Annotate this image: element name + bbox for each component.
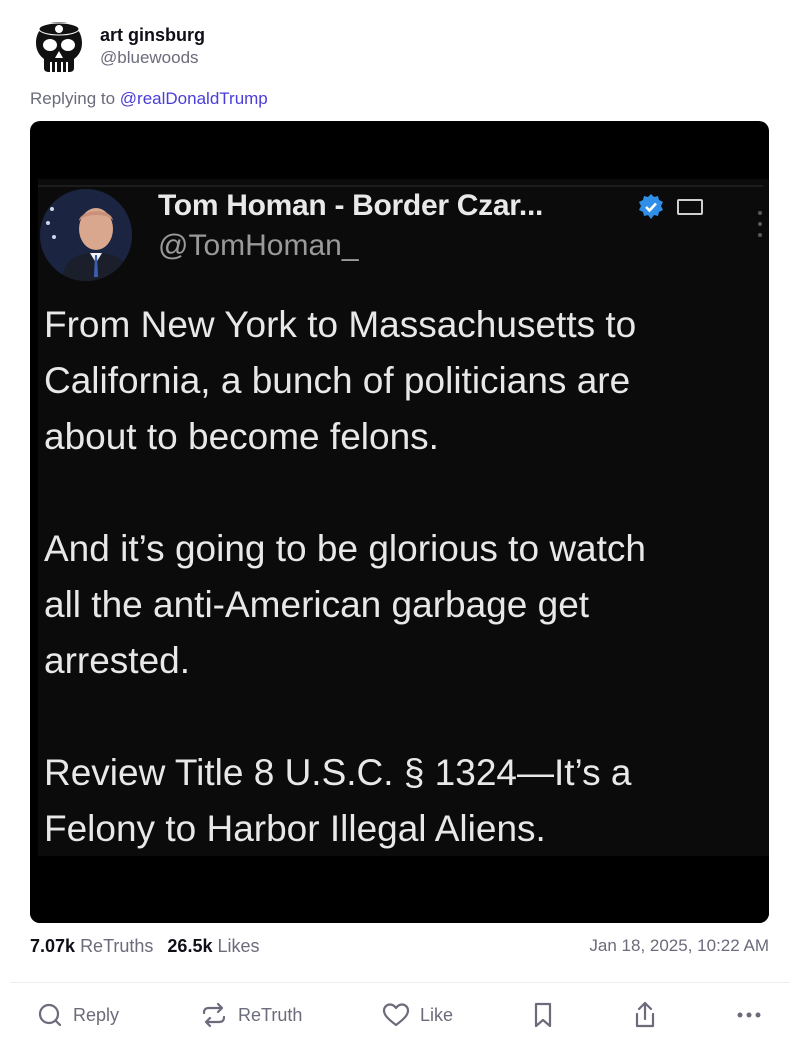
tweet-paragraph: Review Title 8 U.S.C. § 1324—It’s a Felo… xyxy=(44,752,632,849)
like-label: Like xyxy=(420,1004,454,1025)
reply-button[interactable]: Reply xyxy=(37,997,119,1033)
likes-count: 26.5k xyxy=(167,936,213,956)
more-horizontal-icon xyxy=(737,1012,761,1018)
replying-to: Replying to @realDonaldTrump xyxy=(30,88,268,110)
tweet-author-handle: @TomHoman_ xyxy=(158,229,359,262)
author-display-name[interactable]: art ginsburg xyxy=(100,24,205,46)
author-handle[interactable]: @bluewoods xyxy=(100,47,205,69)
heart-icon xyxy=(382,1003,410,1027)
tweet-paragraph: And it’s going to be glorious to watch a… xyxy=(44,528,646,681)
person-portrait-icon xyxy=(40,189,132,281)
share-button[interactable] xyxy=(633,997,657,1033)
more-options-icon xyxy=(758,211,762,237)
divider xyxy=(38,185,763,187)
tweet-author-name: Tom Homan - Border Czar... xyxy=(158,189,544,222)
replying-to-link[interactable]: @realDonaldTrump xyxy=(120,89,268,108)
flag-icon xyxy=(677,199,703,215)
tweet-paragraph: From New York to Massachusetts to Califo… xyxy=(44,304,637,457)
retruth-label: ReTruth xyxy=(238,1004,303,1025)
skull-emblem-icon xyxy=(36,22,82,72)
reply-label: Reply xyxy=(73,1004,120,1025)
likes-stat[interactable]: 26.5k Likes xyxy=(167,936,259,956)
tweet-avatar xyxy=(40,189,132,281)
retruths-count: 7.07k xyxy=(30,936,76,956)
retruths-label: ReTruths xyxy=(80,936,154,956)
likes-label: Likes xyxy=(217,936,260,956)
post-timestamp[interactable]: Jan 18, 2025, 10:22 AM xyxy=(589,935,769,957)
tweet-body: From New York to Massachusetts to Califo… xyxy=(44,297,769,857)
retruth-icon xyxy=(202,1002,226,1028)
post-header: art ginsburg @bluewoods xyxy=(30,18,205,80)
replying-prefix: Replying to xyxy=(30,89,116,108)
share-icon xyxy=(635,1001,655,1028)
media-bottom-band xyxy=(30,856,769,923)
like-button[interactable]: Like xyxy=(382,997,453,1033)
more-button[interactable] xyxy=(736,997,762,1033)
post-stats: 7.07k ReTruths 26.5k Likes xyxy=(30,935,260,957)
verified-badge-icon xyxy=(639,194,663,219)
reply-icon xyxy=(38,1003,62,1027)
divider xyxy=(10,982,790,983)
retruth-button[interactable]: ReTruth xyxy=(200,997,302,1033)
bookmark-button[interactable] xyxy=(532,997,554,1033)
post-media[interactable]: Tom Homan - Border Czar... @TomHoman_ Fr… xyxy=(30,121,769,923)
retruths-stat[interactable]: 7.07k ReTruths xyxy=(30,936,153,956)
avatar[interactable] xyxy=(30,18,88,76)
bookmark-icon xyxy=(534,1002,552,1028)
action-bar: Reply ReTruth Like xyxy=(0,997,800,1033)
